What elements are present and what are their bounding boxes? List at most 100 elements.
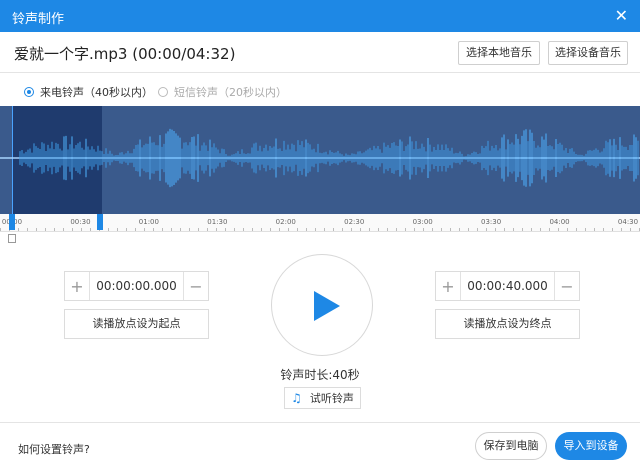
choose-local-music-button[interactable]: 选择本地音乐: [458, 41, 540, 65]
set-start-button[interactable]: 读播放点设为起点: [64, 309, 209, 339]
tick-mark: [297, 228, 298, 231]
tick-label: 00:30: [70, 218, 91, 226]
tick-mark: [252, 228, 253, 231]
start-time-value[interactable]: 00:00:00.000: [89, 272, 184, 300]
radio-dot-icon: [158, 87, 168, 97]
start-time-stepper[interactable]: + 00:00:00.000 −: [64, 271, 209, 301]
tick-mark: [45, 228, 46, 231]
title-bar: 铃声制作 ✕: [0, 0, 640, 32]
tick-mark: [468, 228, 469, 231]
tick-label: 02:30: [344, 218, 365, 226]
scroll-handle[interactable]: [8, 234, 16, 243]
tick-mark: [81, 228, 82, 231]
divider: [0, 422, 640, 423]
tick-label: 04:30: [617, 218, 639, 226]
tick-mark: [324, 228, 325, 231]
tick-mark: [486, 228, 487, 231]
radio-call-ringtone[interactable]: 来电铃声（40秒以内）: [24, 84, 153, 100]
choose-device-music-button[interactable]: 选择设备音乐: [548, 41, 628, 65]
tick-mark: [432, 228, 433, 231]
radio-dot-icon: [24, 87, 34, 97]
tick-label: 01:00: [138, 218, 159, 226]
close-icon[interactable]: ✕: [615, 6, 628, 25]
set-end-button[interactable]: 读播放点设为终点: [435, 309, 580, 339]
preview-label: 试听铃声: [309, 392, 354, 405]
tick-mark: [405, 228, 406, 231]
tick-mark: [189, 228, 190, 231]
import-to-device-button[interactable]: 导入到设备: [555, 432, 627, 460]
divider: [0, 72, 640, 73]
tick-mark: [549, 228, 550, 231]
tick-mark: [594, 228, 595, 231]
tick-mark: [261, 228, 262, 231]
tick-mark: [90, 228, 91, 231]
tick-mark: [531, 228, 532, 231]
tick-mark: [414, 228, 415, 231]
window-title: 铃声制作: [12, 12, 65, 27]
tick-mark: [117, 228, 118, 231]
start-marker[interactable]: [9, 214, 15, 230]
tick-mark: [459, 228, 460, 231]
tick-mark: [333, 228, 334, 231]
play-button[interactable]: [271, 254, 373, 356]
increment-icon[interactable]: +: [436, 277, 460, 296]
tick-label: 03:00: [412, 218, 433, 226]
tick-mark: [369, 228, 370, 231]
end-time-stepper[interactable]: + 00:00:40.000 −: [435, 271, 580, 301]
tick-mark: [423, 228, 424, 231]
tick-mark: [495, 228, 496, 231]
tick-label: 04:00: [549, 218, 570, 226]
tick-mark: [342, 228, 343, 231]
waveform-graphic: [0, 128, 640, 188]
radio-sms-label: 短信铃声（20秒以内）: [174, 86, 287, 99]
tick-mark: [288, 228, 289, 231]
time-ruler[interactable]: 00:0000:3001:0001:3002:0002:3003:0003:30…: [0, 214, 640, 232]
radio-sms-ringtone[interactable]: 短信铃声（20秒以内）: [158, 84, 287, 100]
end-marker[interactable]: [97, 214, 103, 230]
decrement-icon[interactable]: −: [184, 277, 208, 296]
music-note-icon: ♫: [291, 391, 302, 405]
waveform[interactable]: [0, 106, 640, 214]
tick-label: 03:30: [481, 218, 502, 226]
tick-mark: [72, 228, 73, 231]
tick-mark: [153, 228, 154, 231]
tick-mark: [315, 228, 316, 231]
end-time-value[interactable]: 00:00:40.000: [460, 272, 555, 300]
tick-mark: [558, 228, 559, 231]
tick-mark: [477, 228, 478, 231]
tick-mark: [360, 228, 361, 231]
decrement-icon[interactable]: −: [555, 277, 579, 296]
tick-mark: [108, 228, 109, 231]
radio-call-label: 来电铃声（40秒以内）: [40, 86, 153, 99]
tick-label: 01:30: [207, 218, 228, 226]
tick-mark: [612, 228, 613, 231]
tick-mark: [387, 228, 388, 231]
tick-mark: [306, 228, 307, 231]
tick-mark: [0, 228, 1, 231]
help-link[interactable]: 如何设置铃声?: [18, 441, 90, 457]
preview-ringtone-button[interactable]: ♫ 试听铃声: [284, 387, 361, 409]
tick-mark: [54, 228, 55, 231]
tick-mark: [144, 228, 145, 231]
tick-mark: [135, 228, 136, 231]
tick-mark: [522, 228, 523, 231]
tick-mark: [630, 228, 631, 231]
tick-mark: [198, 228, 199, 231]
tick-mark: [351, 228, 352, 231]
increment-icon[interactable]: +: [65, 277, 89, 296]
tick-mark: [225, 228, 226, 231]
tick-mark: [567, 228, 568, 231]
tick-mark: [513, 228, 514, 231]
tick-mark: [207, 228, 208, 231]
tick-mark: [576, 228, 577, 231]
tick-mark: [162, 228, 163, 231]
tick-mark: [63, 228, 64, 231]
tick-mark: [270, 228, 271, 231]
tick-mark: [216, 228, 217, 231]
tick-mark: [504, 228, 505, 231]
tick-mark: [378, 228, 379, 231]
tick-mark: [540, 228, 541, 231]
tick-mark: [36, 228, 37, 231]
save-to-pc-button[interactable]: 保存到电脑: [475, 432, 547, 460]
tick-mark: [621, 228, 622, 231]
